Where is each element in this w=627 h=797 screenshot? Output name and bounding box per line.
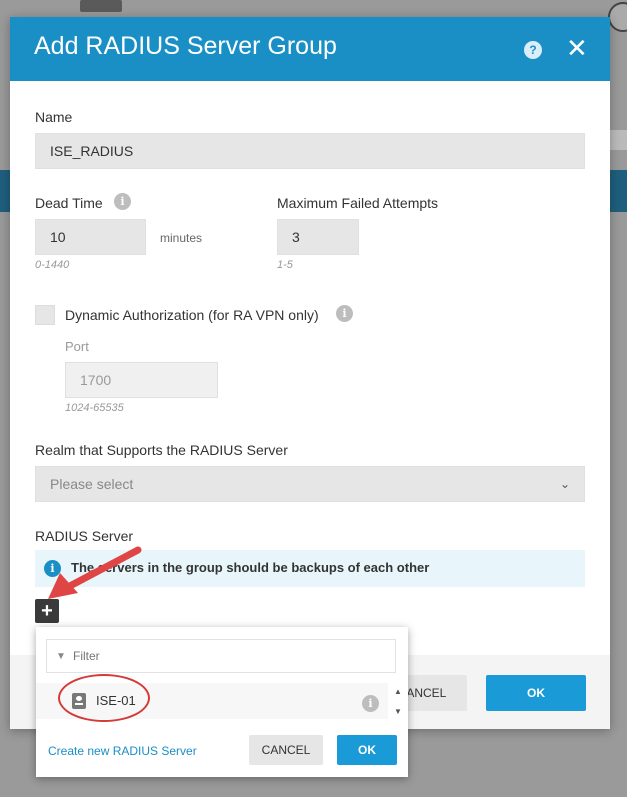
filter-icon: ▼ bbox=[56, 651, 66, 662]
add-radius-server-group-dialog: Add RADIUS Server Group ? ✕ Name ISE_RAD… bbox=[10, 17, 610, 729]
filter-field[interactable]: ▼ bbox=[46, 639, 396, 673]
dead-time-info-icon[interactable]: i bbox=[114, 193, 131, 210]
max-failed-attempts-hint: 1-5 bbox=[277, 259, 293, 271]
dead-time-label: Dead Time bbox=[35, 195, 103, 211]
chevron-down-icon: ⌄ bbox=[559, 477, 570, 491]
port-label: Port bbox=[65, 339, 89, 354]
help-icon[interactable]: ? bbox=[524, 41, 542, 59]
scroll-down-icon[interactable]: ▼ bbox=[394, 707, 402, 716]
background-element bbox=[610, 130, 627, 150]
port-hint: 1024-65535 bbox=[65, 402, 124, 414]
name-label: Name bbox=[35, 109, 73, 125]
list-item-info-icon[interactable]: i bbox=[362, 695, 379, 712]
ok-button[interactable]: OK bbox=[486, 675, 586, 711]
annotation-arrow-icon bbox=[48, 546, 142, 599]
dynamic-authorization-label: Dynamic Authorization (for RA VPN only) bbox=[65, 307, 319, 323]
terminal-icon bbox=[608, 2, 627, 32]
realm-select[interactable]: Please select ⌄ bbox=[35, 466, 585, 502]
device-icon bbox=[80, 0, 122, 12]
dead-time-unit: minutes bbox=[160, 231, 203, 245]
filter-input[interactable] bbox=[71, 648, 375, 664]
max-failed-attempts-label: Maximum Failed Attempts bbox=[277, 195, 439, 211]
dead-time-input[interactable]: 10 bbox=[35, 219, 146, 255]
radius-server-label: RADIUS Server bbox=[35, 528, 134, 544]
scroll-up-icon[interactable]: ▲ bbox=[394, 687, 402, 696]
dead-time-hint: 0-1440 bbox=[35, 259, 70, 271]
dialog-header: Add RADIUS Server Group ? ✕ bbox=[10, 17, 610, 81]
popup-cancel-button[interactable]: CANCEL bbox=[249, 735, 323, 765]
dynamic-authorization-info-icon[interactable]: i bbox=[336, 305, 353, 322]
max-failed-attempts-input[interactable]: 3 bbox=[277, 219, 359, 255]
close-icon[interactable]: ✕ bbox=[566, 35, 588, 61]
dialog-title: Add RADIUS Server Group bbox=[34, 32, 337, 60]
port-input: 1700 bbox=[65, 362, 218, 398]
dynamic-authorization-checkbox[interactable] bbox=[35, 305, 55, 325]
realm-select-placeholder: Please select bbox=[50, 476, 134, 492]
popup-ok-button[interactable]: OK bbox=[337, 735, 397, 765]
name-input[interactable]: ISE_RADIUS bbox=[35, 133, 585, 169]
annotation-circle bbox=[58, 674, 150, 722]
create-new-radius-server-link[interactable]: Create new RADIUS Server bbox=[48, 744, 197, 758]
realm-label: Realm that Supports the RADIUS Server bbox=[35, 442, 288, 458]
